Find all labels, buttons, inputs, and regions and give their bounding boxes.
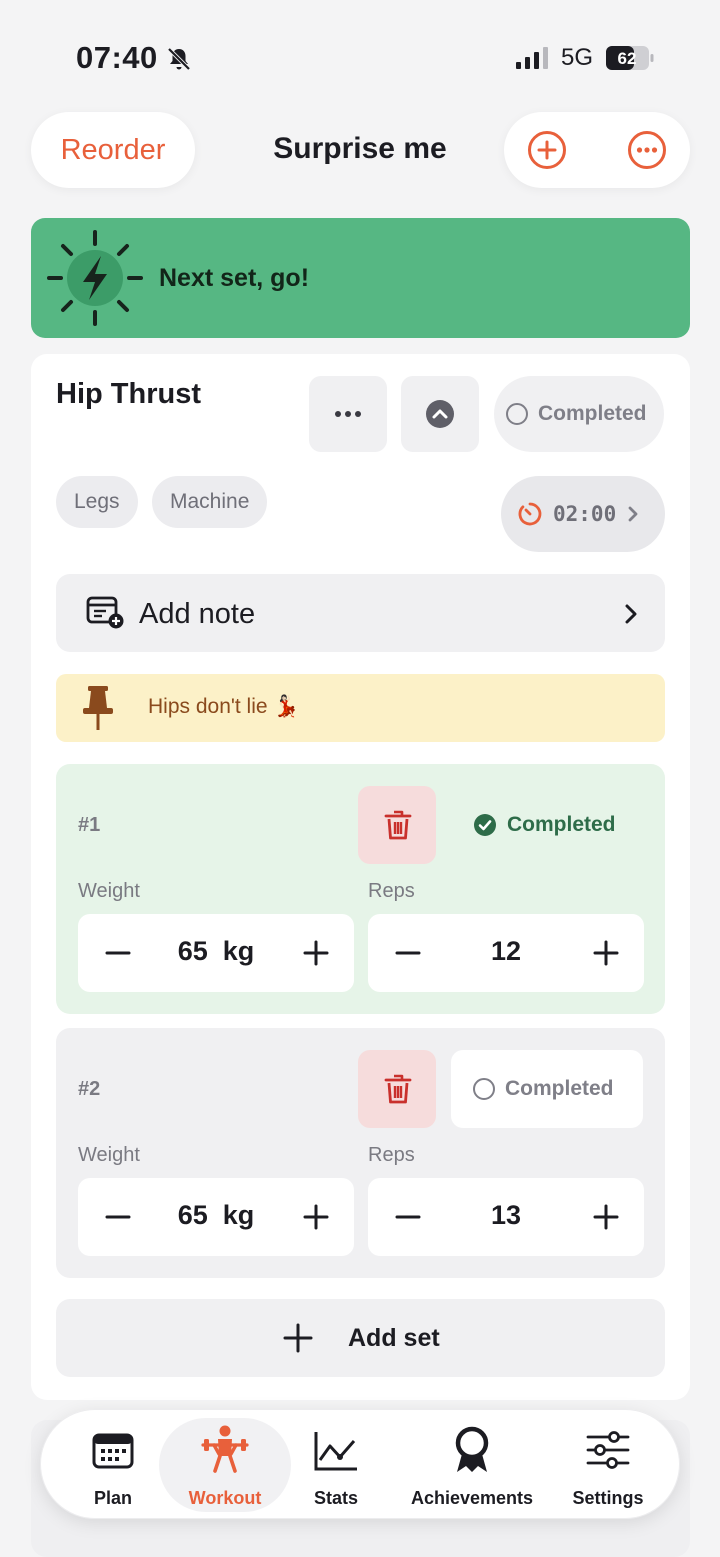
pinned-note-text: Hips don't lie 💃🏻	[148, 695, 300, 718]
check-circle-icon	[474, 814, 496, 836]
network-type: 5G	[561, 44, 594, 71]
page-title: Surprise me	[273, 132, 447, 165]
tag-machine[interactable]: Machine	[152, 476, 268, 528]
sliders-icon	[586, 1431, 630, 1469]
set-row: #1 Completed Weight Reps 65 kg 12	[56, 764, 665, 1014]
tab-plan[interactable]: Plan	[61, 1418, 165, 1512]
signal-icon	[516, 47, 548, 69]
plus-icon[interactable]	[586, 933, 626, 973]
lightning-burst-icon	[47, 230, 143, 326]
plus-icon	[283, 1323, 313, 1353]
tab-bar: Plan Workout Stats Achievements Settings	[40, 1409, 680, 1519]
trash-icon	[384, 1074, 412, 1104]
exercise-card: Hip Thrust Completed Legs Machine 02:00	[31, 354, 690, 1400]
battery-icon: 62	[606, 46, 654, 70]
tag-legs[interactable]: Legs	[56, 476, 138, 528]
header-actions	[504, 112, 690, 188]
next-set-banner[interactable]: Next set, go!	[31, 218, 690, 338]
reorder-button[interactable]: Reorder	[31, 112, 195, 188]
plus-icon[interactable]	[586, 1197, 626, 1237]
chevron-right-icon	[625, 604, 637, 624]
battery-level: 62	[618, 49, 637, 68]
delete-set-button[interactable]	[358, 1050, 436, 1128]
tab-achievements[interactable]: Achievements	[407, 1418, 537, 1512]
rest-timer-button[interactable]: 02:00	[501, 476, 665, 552]
delete-set-button[interactable]	[358, 786, 436, 864]
weight-stepper: 65 kg	[78, 1178, 354, 1256]
reps-label: Reps	[368, 880, 415, 902]
tab-label: Plan	[93, 1488, 132, 1508]
reps-stepper: 12	[368, 914, 644, 992]
set-row: #2 Completed Weight Reps 65 kg 13	[56, 1028, 665, 1278]
set-status-label: Completed	[505, 1077, 614, 1100]
banner-text: Next set, go!	[159, 264, 310, 292]
chevron-up-icon	[426, 400, 454, 428]
timer-icon	[518, 502, 542, 526]
exercise-completed-label: Completed	[538, 402, 647, 425]
weightlifter-icon	[201, 1425, 249, 1473]
chevron-right-icon	[628, 506, 638, 522]
trash-icon	[384, 810, 412, 840]
pinned-note[interactable]: Hips don't lie 💃🏻	[56, 674, 665, 742]
plus-icon[interactable]	[296, 933, 336, 973]
exercise-name: Hip Thrust	[56, 378, 201, 410]
plus-icon[interactable]	[296, 1197, 336, 1237]
tab-label: Settings	[572, 1488, 644, 1508]
tab-workout[interactable]: Workout	[159, 1418, 291, 1512]
status-time: 07:40	[76, 40, 158, 75]
weight-stepper: 65 kg	[78, 914, 354, 992]
set-number: #1	[78, 814, 101, 836]
exercise-options-button[interactable]	[309, 376, 387, 452]
weight-label: Weight	[78, 1144, 140, 1166]
tab-settings[interactable]: Settings	[563, 1418, 653, 1512]
add-note-label: Add note	[139, 598, 256, 630]
radio-icon	[473, 1078, 495, 1100]
status-bar: 07:40 5G 62	[0, 0, 720, 100]
rest-timer-value: 02:00	[553, 502, 617, 526]
add-set-label: Add set	[348, 1324, 440, 1352]
tab-label: Workout	[188, 1488, 262, 1508]
reps-stepper: 13	[368, 1178, 644, 1256]
calendar-icon	[92, 1433, 134, 1469]
tab-stats[interactable]: Stats	[293, 1418, 379, 1512]
radio-icon	[506, 403, 528, 425]
add-note-row[interactable]: Add note	[56, 574, 665, 652]
reorder-label: Reorder	[60, 133, 166, 166]
set-completed-toggle[interactable]: Completed	[451, 1050, 643, 1128]
pushpin-icon	[83, 686, 113, 730]
award-ribbon-icon	[455, 1426, 489, 1472]
set-number: #2	[78, 1078, 101, 1100]
set-status-label: Completed	[507, 813, 616, 836]
bell-muted-icon	[167, 47, 191, 71]
reps-label: Reps	[368, 1144, 415, 1166]
collapse-button[interactable]	[401, 376, 479, 452]
add-set-button[interactable]: Add set	[56, 1299, 665, 1377]
set-completed-toggle[interactable]: Completed	[451, 786, 643, 864]
ellipsis-icon	[335, 411, 361, 417]
tab-label: Achievements	[410, 1488, 534, 1508]
tab-label: Stats	[313, 1488, 358, 1508]
chart-icon	[314, 1432, 357, 1471]
exercise-completed-toggle[interactable]: Completed	[494, 376, 664, 452]
add-circle-icon[interactable]	[526, 129, 568, 171]
note-add-icon	[86, 596, 124, 629]
more-circle-icon[interactable]	[626, 129, 668, 171]
weight-label: Weight	[78, 880, 140, 902]
